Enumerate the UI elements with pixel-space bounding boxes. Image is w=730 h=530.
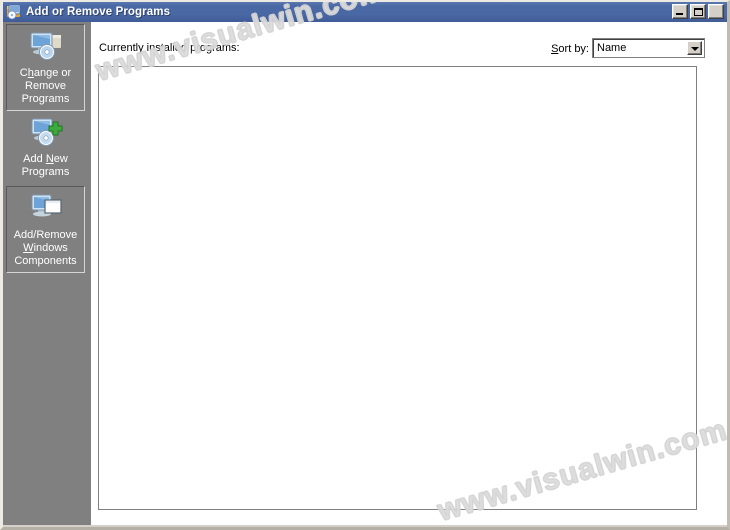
monitor-cd-folder-icon (26, 30, 66, 64)
close-button[interactable] (708, 4, 724, 19)
add-remove-programs-icon (6, 4, 22, 20)
monitor-cd-plus-icon (26, 116, 66, 150)
sidebar: Change or Remove Programs Add New Progra… (3, 22, 91, 525)
sidebar-item-change-or-remove-programs[interactable]: Change or Remove Programs (6, 24, 85, 111)
currently-installed-programs-label: Currently installed programs: (99, 42, 240, 54)
add-or-remove-programs-window: Add or Remove Programs Change or Remove … (0, 0, 730, 530)
maximize-button[interactable] (690, 4, 706, 19)
sidebar-item-label-line3: Programs (21, 93, 70, 105)
window-controls (672, 4, 724, 19)
client-area: Change or Remove Programs Add New Progra… (3, 22, 727, 525)
sidebar-item-label-line2: Remove (25, 80, 66, 92)
sidebar-item-add-new-programs[interactable]: Add New Programs (6, 110, 85, 184)
sort-by-label: Sort by: (551, 43, 589, 55)
sidebar-item-label: Add New (23, 153, 68, 165)
monitor-window-icon (26, 192, 66, 226)
sidebar-item-label-line2: Programs (21, 166, 70, 178)
sidebar-item-label-line3: Components (14, 255, 77, 267)
sidebar-item-add-remove-windows-components[interactable]: Add/Remove Windows Components (6, 186, 85, 273)
minimize-button[interactable] (672, 4, 688, 19)
window-title: Add or Remove Programs (26, 6, 171, 18)
main-pane: Currently installed programs: Sort by: N… (91, 22, 727, 525)
sort-by-selected-value: Name (597, 42, 627, 54)
installed-programs-list[interactable] (98, 66, 697, 510)
title-bar[interactable]: Add or Remove Programs (3, 2, 727, 22)
sort-by-dropdown[interactable]: Name (592, 38, 705, 58)
chevron-down-icon[interactable] (687, 41, 702, 55)
sidebar-item-label: Change or (19, 67, 72, 79)
sidebar-item-label-line2: Windows (23, 242, 68, 254)
sidebar-item-label: Add/Remove (13, 229, 78, 241)
